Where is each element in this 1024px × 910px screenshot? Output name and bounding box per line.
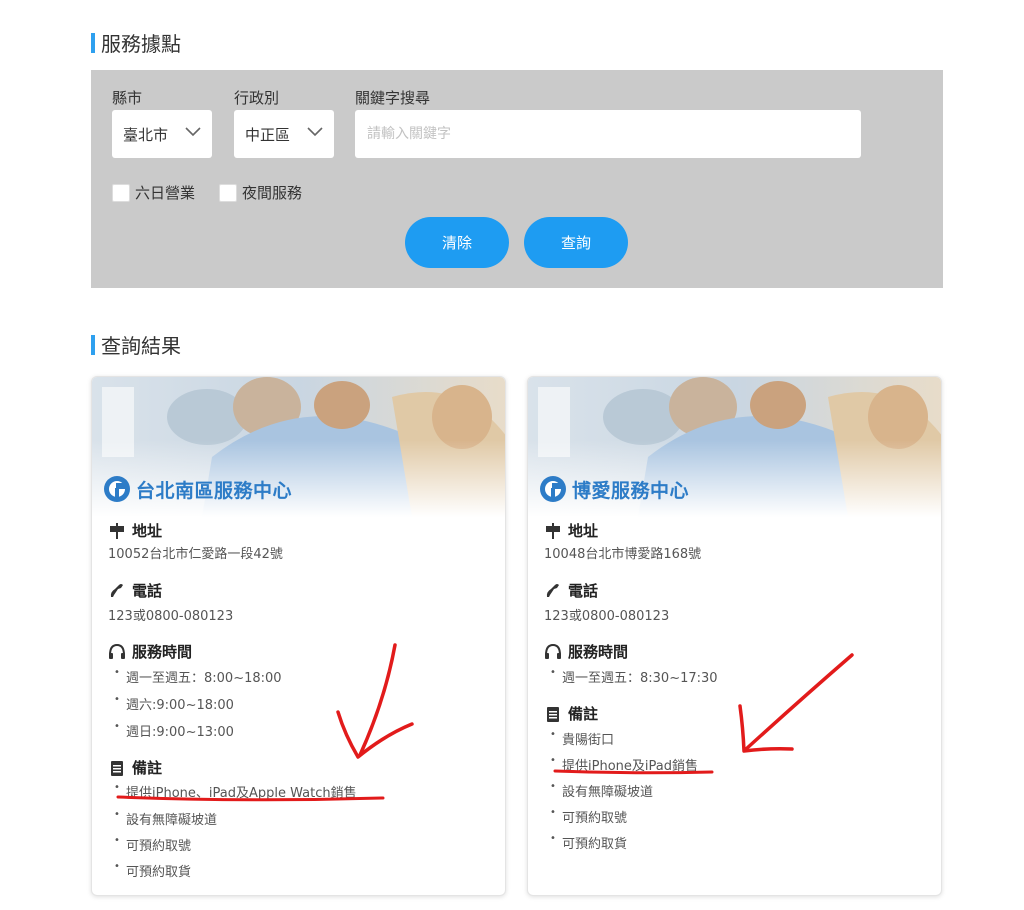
note-text: 可預約取貨 xyxy=(126,865,192,880)
title-accent-bar xyxy=(91,334,95,355)
chevron-down-icon xyxy=(307,127,323,137)
list-item: • 可預約取貨 xyxy=(114,861,192,880)
phone-label: 電話 xyxy=(568,582,599,600)
list-item: • 可預約取號 xyxy=(550,807,628,826)
list-item: • 週一至週五：8:30~17:30 xyxy=(550,667,718,686)
night-service-checkbox[interactable]: 夜間服務 xyxy=(219,182,302,203)
city-select-value: 臺北市 xyxy=(123,125,169,144)
notes-heading: 備註 xyxy=(108,757,162,778)
keyword-search-input[interactable] xyxy=(355,110,861,158)
search-panel: 縣市 行政別 關鍵字搜尋 臺北市 中正區 六日營業 夜間服務 清除 查詢 xyxy=(91,70,943,288)
notepad-icon xyxy=(547,706,559,722)
notes-label: 備註 xyxy=(132,759,163,777)
address-heading: 地址 xyxy=(544,520,598,541)
address-label: 地址 xyxy=(132,522,163,540)
store-phone: 123或0800-080123 xyxy=(108,609,234,624)
section-title-text: 服務據點 xyxy=(101,32,181,56)
phone-label: 電話 xyxy=(132,582,163,600)
phone-heading: 電話 xyxy=(544,580,598,601)
list-item: • 設有無障礙坡道 xyxy=(550,781,654,800)
section-title-text: 查詢結果 xyxy=(101,334,181,358)
headphones-icon xyxy=(109,643,125,659)
hours-text: 週六:9:00~18:00 xyxy=(126,698,234,713)
notes-heading: 備註 xyxy=(544,703,598,724)
hours-heading: 服務時間 xyxy=(544,641,628,662)
district-select[interactable]: 中正區 xyxy=(234,110,334,158)
hours-heading: 服務時間 xyxy=(108,641,192,662)
phone-heading: 電話 xyxy=(108,580,162,601)
search-button[interactable]: 查詢 xyxy=(524,217,628,268)
store-card: 博愛服務中心 地址 10048台北市博愛路168號 電話 123或0800-08… xyxy=(527,376,942,896)
keyword-label: 關鍵字搜尋 xyxy=(355,89,431,107)
store-phone: 123或0800-080123 xyxy=(544,609,670,624)
section-title-locations: 服務據點 xyxy=(91,28,181,57)
list-item: • 週六:9:00~18:00 xyxy=(114,694,234,713)
weekend-checkbox[interactable]: 六日營業 xyxy=(112,182,195,203)
district-label: 行政別 xyxy=(234,89,280,107)
night-service-checkbox-label: 夜間服務 xyxy=(242,184,303,202)
list-item: • 設有無障礙坡道 xyxy=(114,809,218,828)
list-item: • 可預約取號 xyxy=(114,835,192,854)
phone-icon xyxy=(546,583,559,597)
note-text: 可預約取號 xyxy=(562,811,628,826)
hours-text: 週日:9:00~13:00 xyxy=(126,725,234,740)
checkbox-box[interactable] xyxy=(219,183,237,202)
list-item: • 週日:9:00~13:00 xyxy=(114,721,234,740)
hours-text: 週一至週五：8:30~17:30 xyxy=(562,671,718,686)
notes-label: 備註 xyxy=(568,705,599,723)
chevron-down-icon xyxy=(185,127,201,137)
city-select[interactable]: 臺北市 xyxy=(112,110,212,158)
hours-text: 週一至週五：8:00~18:00 xyxy=(126,671,282,686)
list-item: • 提供iPhone及iPad銷售 xyxy=(550,755,698,774)
store-address: 10048台北市博愛路168號 xyxy=(544,547,702,562)
note-text: 設有無障礙坡道 xyxy=(562,785,654,800)
headphones-icon xyxy=(545,643,561,659)
title-accent-bar xyxy=(91,32,95,53)
district-select-value: 中正區 xyxy=(245,125,291,144)
store-card: 台北南區服務中心 地址 10052台北市仁愛路一段42號 電話 123或0800… xyxy=(91,376,506,896)
city-label: 縣市 xyxy=(112,89,143,107)
brand-logo-icon xyxy=(540,476,566,502)
signpost-icon xyxy=(110,522,124,539)
note-text: 可預約取貨 xyxy=(562,837,628,852)
list-item: • 貴陽街口 xyxy=(550,729,615,748)
note-text: 貴陽街口 xyxy=(562,733,615,748)
note-text: 提供iPhone、iPad及Apple Watch銷售 xyxy=(126,786,357,801)
weekend-checkbox-label: 六日營業 xyxy=(135,184,196,202)
list-item: • 週一至週五：8:00~18:00 xyxy=(114,667,282,686)
phone-icon xyxy=(110,583,123,597)
signpost-icon xyxy=(546,522,560,539)
hours-label: 服務時間 xyxy=(568,643,629,661)
clear-button[interactable]: 清除 xyxy=(405,217,509,268)
checkbox-box[interactable] xyxy=(112,183,130,202)
store-name[interactable]: 台北南區服務中心 xyxy=(136,476,292,503)
list-item: • 可預約取貨 xyxy=(550,833,628,852)
note-text: 提供iPhone及iPad銷售 xyxy=(562,759,698,774)
list-item: • 提供iPhone、iPad及Apple Watch銷售 xyxy=(114,782,357,801)
brand-logo-icon xyxy=(104,476,130,502)
address-label: 地址 xyxy=(568,522,599,540)
note-text: 設有無障礙坡道 xyxy=(126,813,218,828)
hours-label: 服務時間 xyxy=(132,643,193,661)
note-text: 可預約取號 xyxy=(126,839,192,854)
address-heading: 地址 xyxy=(108,520,162,541)
store-address: 10052台北市仁愛路一段42號 xyxy=(108,547,283,562)
notepad-icon xyxy=(111,760,123,776)
section-title-results: 查詢結果 xyxy=(91,330,181,359)
store-name[interactable]: 博愛服務中心 xyxy=(572,476,689,503)
